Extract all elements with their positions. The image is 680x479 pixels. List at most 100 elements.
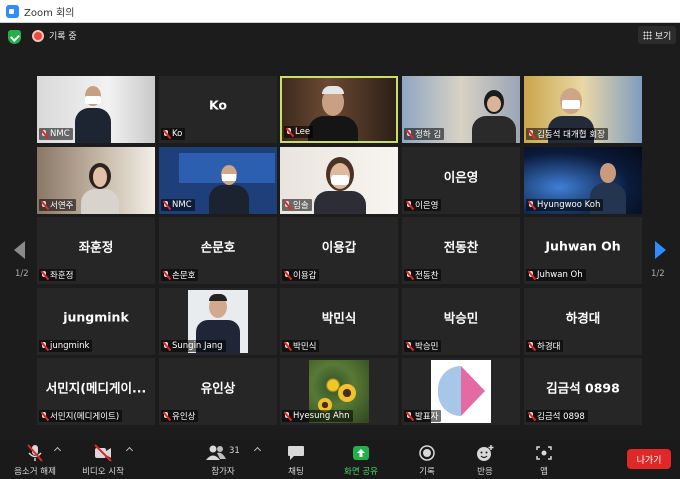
participant-tile[interactable]: 서연주 — [37, 147, 155, 214]
participant-tile[interactable]: 손문호 손문호 — [159, 217, 277, 284]
participant-name-tag: NMC — [161, 199, 195, 211]
participant-name-tag: 이용갑 — [282, 269, 320, 281]
participants-icon: 31 — [205, 444, 241, 462]
participant-display-name: 유인상 — [200, 380, 236, 396]
participant-tile[interactable]: 박승민 박승민 — [402, 288, 520, 355]
participant-tile[interactable]: 이은영 이은영 — [402, 147, 520, 214]
microphone-muted-icon — [163, 129, 170, 139]
shield-icon[interactable] — [8, 30, 21, 44]
participant-name: Hyesung Ahn — [293, 411, 350, 421]
share-screen-button[interactable]: 화면 공유 — [339, 444, 383, 477]
microphone-muted-icon — [284, 270, 291, 280]
meeting-topbar: 기록 중 보기 — [0, 23, 680, 49]
participant-tile[interactable]: 박민식 박민식 — [280, 288, 398, 355]
next-page-arrow[interactable] — [655, 241, 666, 259]
participant-tile[interactable]: Hyesung Ahn — [280, 358, 398, 425]
participant-name: 이은영 — [415, 201, 439, 211]
participant-tile[interactable]: 정하 김 — [402, 76, 520, 143]
participant-name: 유인상 — [172, 412, 196, 422]
record-label: 기록 — [419, 467, 435, 477]
record-button[interactable]: 기록 — [413, 444, 441, 477]
participant-name: 임솔 — [293, 201, 309, 211]
participant-tile[interactable]: 이용갑 이용갑 — [280, 217, 398, 284]
view-button[interactable]: 보기 — [638, 26, 676, 44]
apps-button[interactable]: 앱 — [532, 444, 556, 477]
chat-button[interactable]: 채팅 — [280, 444, 312, 477]
unmute-label: 음소거 해제 — [14, 467, 56, 477]
microphone-muted-icon — [406, 200, 413, 210]
microphone-muted-icon — [284, 341, 291, 351]
participant-name-tag: NMC — [39, 128, 73, 140]
meeting-area: 기록 중 보기 1/2 1/2 NMC Ko Ko Lee 정하 김 김동석 대개협 회장… — [0, 23, 680, 479]
participant-name: Lee — [295, 127, 311, 137]
reactions-label: 반응 — [477, 467, 493, 477]
participant-tile[interactable]: 발표자 — [402, 358, 520, 425]
participant-name: jungmink — [50, 341, 90, 351]
microphone-muted-icon — [41, 341, 48, 351]
microphone-muted-icon — [406, 411, 413, 421]
microphone-muted-icon — [284, 200, 291, 210]
participant-display-name: 서민지(메디게이... — [45, 380, 147, 396]
participant-name-tag: 유인상 — [161, 410, 199, 422]
participant-name: Juhwan Oh — [537, 270, 583, 280]
participant-name-tag: 이은영 — [404, 199, 442, 211]
leave-button[interactable]: 나가기 — [627, 449, 671, 469]
participant-tile[interactable]: jungmink jungmink — [37, 288, 155, 355]
participant-name-tag: Sungin Jang — [161, 340, 226, 352]
prev-page-arrow[interactable] — [14, 241, 25, 259]
participant-tile[interactable]: 유인상 유인상 — [159, 358, 277, 425]
participant-tile[interactable]: 전동찬 전동찬 — [402, 217, 520, 284]
participant-tile[interactable]: NMC — [159, 147, 277, 214]
participants-count: 31 — [229, 446, 240, 456]
participant-name-tag: 서연주 — [39, 199, 77, 211]
participant-name: Sungin Jang — [172, 341, 223, 351]
start-video-button[interactable]: 비디오 시작 — [79, 444, 127, 477]
participant-tile[interactable]: 하경대 하경대 — [524, 288, 642, 355]
participant-name: 김동석 대개협 회장 — [537, 130, 605, 140]
participant-tile[interactable]: 서민지(메디게이... 서민지(메디게이트) — [37, 358, 155, 425]
participant-name: Ko — [172, 129, 183, 139]
zoom-logo-icon — [6, 4, 19, 18]
participant-tile[interactable]: NMC — [37, 76, 155, 143]
participant-tile[interactable]: Hyungwoo Koh — [524, 147, 642, 214]
participant-name: 서민지(메디게이트) — [50, 412, 120, 422]
participants-button[interactable]: 31 참가자 — [203, 444, 243, 477]
participant-tile[interactable]: Ko Ko — [159, 76, 277, 143]
participant-name-tag: 좌훈정 — [39, 269, 77, 281]
participant-tile[interactable]: 김금석 0898 김금석 0898 — [524, 358, 642, 425]
microphone-muted-icon — [528, 341, 535, 351]
video-off-icon — [93, 444, 113, 462]
recording-label[interactable]: 기록 중 — [49, 29, 77, 42]
smiley-plus-icon — [475, 444, 495, 462]
participant-tile[interactable]: Juhwan Oh Juhwan Oh — [524, 217, 642, 284]
participants-options-chevron-icon[interactable] — [253, 446, 262, 455]
video-options-chevron-icon[interactable] — [125, 446, 134, 455]
record-icon — [417, 444, 437, 462]
participant-name-tag: Hyungwoo Koh — [526, 199, 604, 211]
participant-name-tag: 정하 김 — [404, 128, 445, 140]
participant-name: 박승민 — [415, 342, 439, 352]
participant-display-name: 하경대 — [565, 310, 601, 326]
participant-tile[interactable]: 김동석 대개협 회장 — [524, 76, 642, 143]
participant-name-tag: 김금석 0898 — [526, 410, 588, 422]
participant-name: 전동찬 — [415, 271, 439, 281]
reactions-button[interactable]: 반응 — [471, 444, 499, 477]
participant-display-name: 이은영 — [443, 169, 479, 185]
participant-tile[interactable]: 좌훈정 좌훈정 — [37, 217, 155, 284]
chat-icon — [286, 444, 306, 462]
participant-tile[interactable]: 임솔 — [280, 147, 398, 214]
window-title: Zoom 회의 — [24, 7, 75, 19]
participant-name-tag: Lee — [284, 126, 314, 138]
participant-tile[interactable]: Lee — [280, 76, 398, 143]
window-titlebar: Zoom 회의 — [0, 0, 680, 23]
microphone-muted-icon — [528, 200, 535, 210]
participant-name: 발표자 — [415, 412, 439, 422]
participant-tile[interactable]: Sungin Jang — [159, 288, 277, 355]
participant-display-name: Ko — [208, 97, 228, 113]
meeting-toolbar: 음소거 해제 비디오 시작 31 참가자 채팅 화면 공유 기록 반응 앱 — [0, 440, 680, 479]
unmute-button[interactable]: 음소거 해제 — [10, 444, 60, 477]
start-video-label: 비디오 시작 — [82, 467, 124, 477]
participant-name-tag: 김동석 대개협 회장 — [526, 128, 608, 140]
participant-display-name: 이용갑 — [321, 239, 357, 255]
view-button-label: 보기 — [654, 31, 672, 42]
